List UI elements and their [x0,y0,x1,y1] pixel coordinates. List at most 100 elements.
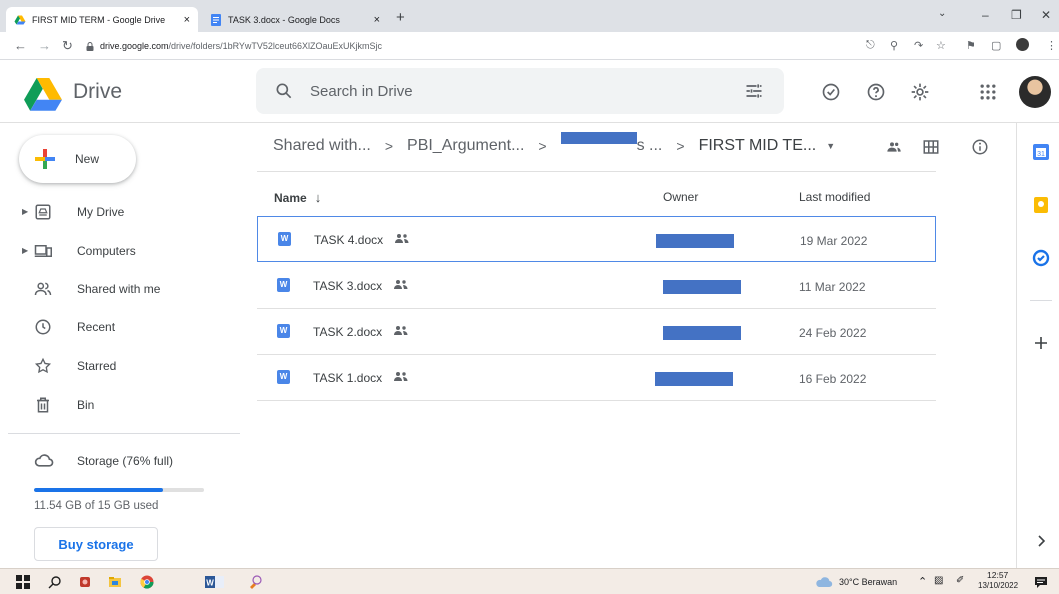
calendar-icon[interactable]: 31 [1032,143,1050,161]
word-file-icon: W [277,324,290,338]
settings-gear-icon[interactable] [910,82,930,102]
owner-redacted [663,280,741,294]
breadcrumb-separator: > [676,138,685,154]
chrome-icon[interactable] [140,575,154,589]
tab-search-icon[interactable]: ⌄ [938,8,946,19]
reload-icon[interactable]: ↻ [62,38,73,54]
search-icon[interactable] [274,81,294,101]
drive-header: Drive [0,60,1059,123]
account-avatar[interactable] [1019,76,1051,108]
plus-icon [35,149,55,169]
sidebar-item-label: Bin [77,398,95,412]
get-add-ons-plus-icon[interactable] [1032,334,1050,352]
minimize-icon[interactable]: – [982,8,989,22]
back-icon[interactable]: ← [14,38,27,53]
share-icon[interactable]: ↷ [914,39,923,52]
restore-icon[interactable]: ❐ [1011,8,1022,22]
tasks-icon[interactable] [1032,249,1050,267]
table-row[interactable]: W TASK 4.docx 19 Mar 2022 [257,216,936,262]
keep-icon[interactable] [1032,196,1050,214]
last-modified-date: 16 Feb 2022 [799,372,867,386]
shared-people-icon [394,326,408,335]
sort-arrow-icon[interactable]: ↓ [315,190,322,205]
windows-start-icon[interactable] [16,575,30,589]
file-explorer-icon[interactable] [108,575,122,589]
table-row[interactable]: W TASK 3.docx 11 Mar 2022 [257,263,936,309]
clock-icon [35,319,51,335]
shared-people-icon [395,234,409,243]
extensions-icon[interactable]: ⚑ [966,39,976,52]
table-row[interactable]: W TASK 1.docx 16 Feb 2022 [257,355,936,401]
drive-logo-icon[interactable] [24,78,62,112]
ready-for-offline-icon[interactable] [821,82,841,102]
column-header-label: Name [274,191,307,205]
network-icon[interactable]: ▨ [934,575,943,586]
new-tab-button[interactable]: + [396,9,405,26]
sidebar-item-bin[interactable]: Bin [0,386,245,424]
sidebar-item-recent[interactable]: Recent [0,308,245,346]
breadcrumb-current[interactable]: FIRST MID TE... [699,137,817,155]
grid-view-icon[interactable] [922,138,940,156]
side-panel-icon[interactable]: ▢ [991,39,1001,52]
bookmark-star-icon[interactable]: ☆ [936,39,946,52]
browser-tab-strip: FIRST MID TERM - Google Drive × TASK 3.d… [0,0,1059,32]
close-window-icon[interactable]: ✕ [1041,8,1051,22]
weather-text[interactable]: 30°C Berawan [839,577,897,587]
new-button[interactable]: New [19,135,136,183]
forward-icon[interactable]: → [38,38,51,53]
breadcrumb-item[interactable]: PBI_Argument... [407,137,524,155]
pen-icon[interactable]: ✐ [956,575,964,586]
show-hidden-icons-icon[interactable]: ⌃ [918,575,927,588]
notifications-icon[interactable] [1034,575,1048,589]
taskbar-search-icon[interactable] [48,575,62,589]
tab-google-docs[interactable]: TASK 3.docx - Google Docs × [202,7,388,32]
docs-favicon-icon [211,13,221,26]
tab-google-drive[interactable]: FIRST MID TERM - Google Drive × [6,7,198,32]
last-modified-date: 11 Mar 2022 [799,280,866,294]
word-file-icon: W [277,370,290,384]
column-header-name[interactable]: Name ↓ [274,190,321,205]
folder-dropdown-icon[interactable]: ▼ [826,141,835,151]
apps-grid-icon[interactable] [978,82,998,102]
install-app-icon[interactable]: ⎋ [866,39,875,52]
trash-icon [37,397,49,413]
clock-date[interactable]: 13/10/2022 [978,581,1018,590]
storage-progress-bar [34,488,204,492]
sidebar-item-my-drive[interactable]: ▶ My Drive [0,193,245,231]
tab-close-icon[interactable]: × [374,14,380,26]
breadcrumb-item-suffix: s ... [636,137,663,154]
tab-close-icon[interactable]: × [184,14,190,26]
side-panel-divider [1016,123,1017,568]
expand-side-panel-icon[interactable] [1032,532,1050,550]
clock-time[interactable]: 12:57 [987,570,1008,580]
storage-label[interactable]: Storage (76% full) [77,454,173,468]
table-row[interactable]: W TASK 2.docx 24 Feb 2022 [257,309,936,355]
paint-icon[interactable] [248,575,262,589]
column-header-last-modified[interactable]: Last modified [799,190,870,204]
search-options-icon[interactable] [744,81,764,101]
app-name[interactable]: Drive [73,80,122,104]
shared-with-me-icon [34,282,52,296]
sidebar-item-starred[interactable]: Starred [0,347,245,385]
sidebar-item-computers[interactable]: ▶ Computers [0,232,245,270]
new-button-label: New [75,152,100,166]
help-icon[interactable] [866,82,886,102]
expand-caret-icon[interactable]: ▶ [22,246,28,255]
computers-icon [34,245,52,257]
profile-icon[interactable] [1016,38,1029,51]
search-input[interactable] [310,78,710,104]
word-taskbar-icon[interactable]: W [205,575,225,589]
expand-caret-icon[interactable]: ▶ [22,207,28,216]
info-icon[interactable] [971,138,989,156]
drive-favicon-icon [14,15,26,24]
buy-storage-button[interactable]: Buy storage [34,527,158,561]
zoom-icon[interactable]: ⚲ [890,39,898,52]
sidebar-item-shared-with-me[interactable]: Shared with me [0,270,245,308]
breadcrumb-item-redacted[interactable]: s ... [560,132,663,155]
taskbar-app-icon[interactable] [78,575,92,589]
breadcrumb-item[interactable]: Shared with... [273,137,371,155]
address-bar[interactable]: drive.google.com/drive/folders/1bRYwTV52… [86,36,906,56]
file-name: TASK 2.docx [313,325,383,339]
owner-redacted [655,372,733,386]
browser-menu-icon[interactable]: ⋮ [1046,39,1057,52]
